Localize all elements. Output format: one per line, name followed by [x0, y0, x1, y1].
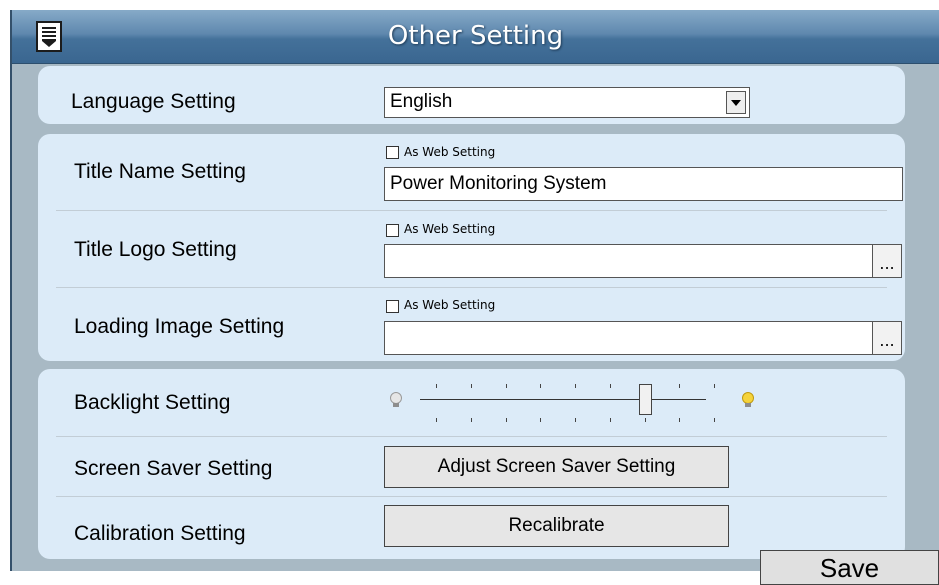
- slider-tick: [714, 418, 715, 422]
- title-name-setting-label: Title Name Setting: [74, 160, 246, 183]
- slider-tick: [471, 384, 472, 388]
- loading-image-browse-button[interactable]: ...: [872, 321, 902, 355]
- recalibrate-button[interactable]: Recalibrate: [384, 505, 729, 547]
- language-select-value: English: [390, 91, 453, 112]
- backlight-setting-label: Backlight Setting: [74, 391, 231, 414]
- loading-image-as-web-label: As Web Setting: [404, 298, 496, 312]
- title-name-as-web-checkbox[interactable]: [386, 146, 399, 159]
- slider-tick: [506, 384, 507, 388]
- divider: [56, 210, 887, 211]
- language-select[interactable]: English: [384, 87, 750, 118]
- slider-tick: [540, 384, 541, 388]
- slider-tick: [575, 384, 576, 388]
- loading-image-input[interactable]: [384, 321, 873, 355]
- page-title: Other Setting: [387, 21, 564, 51]
- slider-thumb[interactable]: [639, 384, 652, 415]
- title-logo-browse-button[interactable]: ...: [872, 244, 902, 278]
- slider-tick: [506, 418, 507, 422]
- title-logo-as-web-label: As Web Setting: [404, 222, 496, 236]
- title-name-input[interactable]: Power Monitoring System: [384, 167, 903, 201]
- slider-tick: [679, 384, 680, 388]
- save-button[interactable]: Save: [760, 550, 939, 585]
- divider: [56, 436, 887, 437]
- slider-tick: [645, 418, 646, 422]
- screen-saver-setting-label: Screen Saver Setting: [74, 457, 273, 480]
- loading-image-as-web-checkbox[interactable]: [386, 300, 399, 313]
- slider-tick: [714, 384, 715, 388]
- slider-tick: [679, 418, 680, 422]
- title-logo-as-web-checkbox[interactable]: [386, 224, 399, 237]
- title-bar: Other Setting: [12, 10, 939, 64]
- title-name-value: Power Monitoring System: [390, 173, 607, 194]
- slider-tick: [575, 418, 576, 422]
- slider-tick: [436, 384, 437, 388]
- slider-tick: [610, 384, 611, 388]
- adjust-screen-saver-button[interactable]: Adjust Screen Saver Setting: [384, 446, 729, 488]
- divider: [56, 287, 887, 288]
- slider-tick: [610, 418, 611, 422]
- slider-tick: [540, 418, 541, 422]
- title-logo-input[interactable]: [384, 244, 873, 278]
- title-name-as-web-label: As Web Setting: [404, 145, 496, 159]
- slider-tick: [471, 418, 472, 422]
- loading-image-setting-label: Loading Image Setting: [74, 315, 285, 338]
- slider-track[interactable]: [420, 399, 706, 400]
- language-setting-label: Language Setting: [71, 90, 236, 113]
- slider-tick: [436, 418, 437, 422]
- divider: [56, 496, 887, 497]
- calibration-setting-label: Calibration Setting: [74, 522, 246, 545]
- chevron-down-icon[interactable]: [726, 91, 746, 114]
- title-logo-setting-label: Title Logo Setting: [74, 238, 237, 261]
